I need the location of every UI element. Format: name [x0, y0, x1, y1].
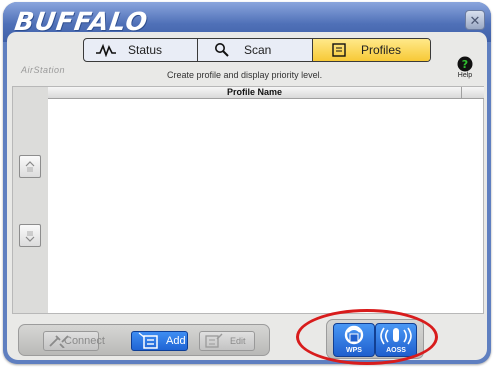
tab-profiles[interactable]: Profiles — [312, 39, 430, 61]
pulse-icon — [94, 42, 118, 58]
add-profile-icon — [138, 332, 158, 349]
move-up-button[interactable] — [19, 155, 41, 178]
column-header-profile-name[interactable]: Profile Name — [48, 87, 461, 99]
svg-text:?: ? — [462, 58, 468, 71]
help-button[interactable]: ? Help — [453, 56, 477, 79]
close-button[interactable]: ✕ — [465, 10, 485, 30]
edit-button[interactable]: Edit — [199, 331, 255, 351]
help-label: Help — [457, 72, 473, 79]
arrow-up-icon — [25, 160, 35, 172]
tab-scan[interactable]: Scan — [197, 39, 312, 61]
tab-profiles-label: Profiles — [361, 43, 402, 57]
magnifier-icon — [210, 42, 234, 58]
plug-icon — [49, 335, 69, 348]
profile-toolbar: Connect Add Edit — [18, 324, 270, 356]
highlight-ring — [296, 309, 438, 365]
profile-list: Profile Name — [12, 86, 484, 314]
add-button[interactable]: Add — [131, 331, 188, 351]
profile-list-body[interactable] — [48, 99, 483, 313]
column-header-filler — [461, 87, 484, 99]
edit-label: Edit — [230, 336, 246, 346]
tab-scan-label: Scan — [244, 43, 272, 57]
connect-button[interactable]: Connect — [43, 331, 105, 351]
tab-status-label: Status — [128, 43, 163, 57]
airstation-logo: AirStation — [21, 65, 66, 75]
tab-status[interactable]: Status — [84, 39, 197, 61]
page-hint: Create profile and display priority leve… — [167, 70, 323, 80]
move-down-button[interactable] — [19, 224, 41, 247]
list-icon — [327, 42, 351, 58]
tab-bar: Status Scan Profiles — [83, 38, 431, 62]
app-window: BUFFALO ✕ Status Scan Profiles AirStatio… — [3, 2, 491, 364]
arrow-down-icon — [25, 230, 35, 242]
connect-label: Connect — [64, 335, 105, 347]
edit-icon — [205, 333, 223, 348]
main-panel: Status Scan Profiles AirStation Create p… — [7, 32, 487, 360]
help-icon: ? — [457, 56, 473, 72]
add-label: Add — [166, 335, 186, 347]
